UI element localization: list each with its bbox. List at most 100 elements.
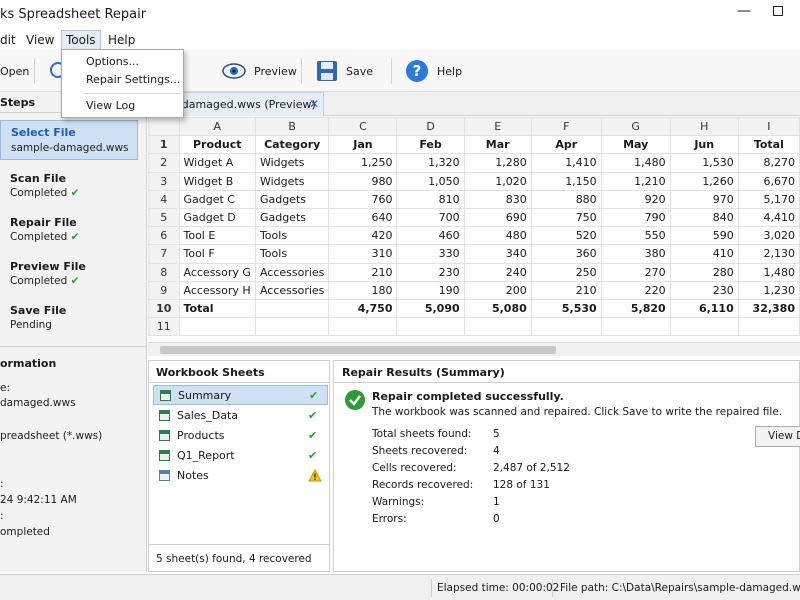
- table-cell[interactable]: 190: [396, 280, 465, 300]
- minimize-button[interactable]: —: [737, 3, 751, 19]
- table-cell[interactable]: [737, 317, 800, 337]
- table-cell[interactable]: 970: [669, 189, 739, 209]
- step-select-file[interactable]: Select File sample-damaged.wws: [0, 120, 138, 160]
- table-cell[interactable]: 240: [463, 262, 532, 282]
- table-cell[interactable]: 690: [463, 207, 532, 228]
- column-header[interactable]: H: [669, 117, 739, 137]
- table-cell[interactable]: [254, 317, 330, 337]
- table-cell[interactable]: Tools: [254, 244, 330, 264]
- table-cell[interactable]: [328, 317, 398, 337]
- table-cell[interactable]: 1,530: [669, 153, 739, 173]
- table-cell[interactable]: 760: [328, 189, 398, 209]
- table-cell[interactable]: [463, 317, 532, 337]
- table-cell[interactable]: 830: [463, 189, 532, 209]
- step-save-file[interactable]: Save File Pending: [0, 304, 140, 334]
- row-header[interactable]: 6: [148, 226, 180, 246]
- view-details-button[interactable]: View De: [755, 426, 800, 447]
- table-cell[interactable]: 330: [396, 244, 465, 264]
- table-cell[interactable]: Tools: [254, 226, 330, 246]
- open-button[interactable]: Open: [0, 50, 29, 92]
- spreadsheet-grid[interactable]: A B C D E F G H I 1 Product Category Jan Feb…: [148, 117, 800, 342]
- table-cell[interactable]: 460: [396, 226, 465, 246]
- table-cell[interactable]: 32,380: [737, 298, 800, 319]
- table-cell[interactable]: 590: [669, 226, 739, 246]
- table-cell[interactable]: Tool F: [178, 244, 256, 264]
- row-header[interactable]: 10: [148, 298, 180, 319]
- table-cell[interactable]: 1,150: [530, 171, 602, 191]
- table-cell[interactable]: [178, 317, 256, 337]
- table-cell[interactable]: 1,410: [530, 153, 602, 173]
- table-cell[interactable]: 980: [328, 171, 398, 191]
- table-cell[interactable]: 1,020: [463, 171, 532, 191]
- table-cell[interactable]: 1,480: [600, 153, 671, 173]
- table-cell[interactable]: [530, 317, 602, 337]
- table-cell[interactable]: 340: [463, 244, 532, 264]
- table-cell[interactable]: 230: [669, 280, 739, 300]
- table-cell[interactable]: 1,250: [328, 153, 398, 173]
- column-header[interactable]: F: [530, 117, 602, 137]
- help-button[interactable]: ? Help: [405, 50, 462, 92]
- table-cell[interactable]: [396, 317, 465, 337]
- menu-item-view-log[interactable]: View Log: [86, 99, 135, 112]
- column-header[interactable]: I: [737, 117, 800, 137]
- table-cell[interactable]: 3,020: [737, 226, 800, 246]
- corner-cell[interactable]: [148, 117, 180, 137]
- table-cell[interactable]: 1,320: [396, 153, 465, 173]
- table-cell[interactable]: 1,230: [737, 280, 800, 300]
- table-cell[interactable]: Widget B: [178, 171, 256, 191]
- table-cell[interactable]: 410: [669, 244, 739, 264]
- table-cell[interactable]: Accessories: [254, 280, 330, 300]
- table-cell[interactable]: May: [600, 135, 671, 155]
- table-cell[interactable]: 360: [530, 244, 602, 264]
- table-cell[interactable]: 840: [669, 207, 739, 228]
- menu-tools[interactable]: Tools: [61, 30, 101, 50]
- column-header[interactable]: C: [328, 117, 398, 137]
- table-cell[interactable]: 700: [396, 207, 465, 228]
- table-cell[interactable]: Accessory H: [178, 280, 256, 300]
- table-cell[interactable]: 1,260: [669, 171, 739, 191]
- table-cell[interactable]: [254, 298, 330, 319]
- table-cell[interactable]: Widgets: [254, 153, 330, 173]
- table-cell[interactable]: 810: [396, 189, 465, 209]
- save-button[interactable]: Save: [316, 50, 373, 92]
- preview-button[interactable]: Preview: [222, 50, 297, 92]
- table-cell[interactable]: 480: [463, 226, 532, 246]
- column-header[interactable]: B: [254, 117, 330, 137]
- table-cell[interactable]: Jan: [328, 135, 398, 155]
- maximize-button[interactable]: [773, 6, 783, 16]
- menu-item-repair-settings[interactable]: Repair Settings...: [86, 73, 180, 86]
- table-cell[interactable]: Total: [737, 135, 800, 155]
- row-header[interactable]: 9: [148, 280, 180, 300]
- table-cell[interactable]: Tool E: [178, 226, 256, 246]
- table-cell[interactable]: 180: [328, 280, 398, 300]
- sheet-item-summary[interactable]: Summary ✔: [153, 385, 328, 405]
- table-cell[interactable]: 250: [530, 262, 602, 282]
- table-cell[interactable]: Jun: [669, 135, 739, 155]
- scan-button[interactable]: [48, 50, 62, 92]
- table-cell[interactable]: 380: [600, 244, 671, 264]
- table-cell[interactable]: 520: [530, 226, 602, 246]
- table-cell[interactable]: 230: [396, 262, 465, 282]
- table-cell[interactable]: 6,110: [669, 298, 739, 319]
- table-cell[interactable]: 920: [600, 189, 671, 209]
- table-cell[interactable]: Accessories: [254, 262, 330, 282]
- sheet-item-q1-report[interactable]: Q1_Report ✔: [153, 445, 328, 465]
- table-cell[interactable]: 5,530: [530, 298, 602, 319]
- menu-item-options[interactable]: Options...: [86, 55, 139, 68]
- table-cell[interactable]: 2,130: [737, 244, 800, 264]
- table-cell[interactable]: 1,050: [396, 171, 465, 191]
- step-preview-file[interactable]: Preview File Completed ✔: [0, 260, 140, 290]
- row-header[interactable]: 4: [148, 189, 180, 209]
- table-cell[interactable]: 640: [328, 207, 398, 228]
- menu-edit[interactable]: dit: [0, 33, 16, 47]
- table-cell[interactable]: 550: [600, 226, 671, 246]
- table-cell[interactable]: Mar: [463, 135, 532, 155]
- table-cell[interactable]: 210: [530, 280, 602, 300]
- column-header[interactable]: E: [463, 117, 532, 137]
- table-cell[interactable]: 200: [463, 280, 532, 300]
- sheet-item-sales-data[interactable]: Sales_Data ✔: [153, 405, 328, 425]
- column-header[interactable]: D: [396, 117, 465, 137]
- table-cell[interactable]: Category: [254, 135, 330, 155]
- table-cell[interactable]: Apr: [530, 135, 602, 155]
- table-cell[interactable]: 5,090: [396, 298, 465, 319]
